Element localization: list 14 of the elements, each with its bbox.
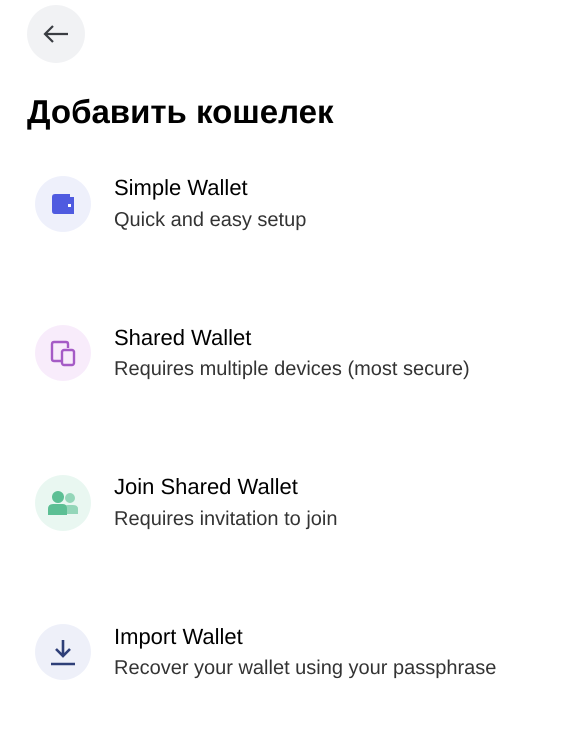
wallet-option[interactable]: Join Shared Wallet Requires invitation to join bbox=[35, 473, 549, 532]
option-title: Import Wallet bbox=[114, 622, 244, 650]
wallet-option[interactable]: Simple Wallet Quick and easy setup bbox=[35, 174, 549, 233]
wallet-option[interactable]: Shared Wallet Requires multiple devices (most secure) bbox=[35, 324, 549, 382]
option-title: Simple Wallet bbox=[114, 174, 249, 202]
option-title: Shared Wallet bbox=[114, 324, 252, 352]
wallet-option[interactable]: Import Wallet Recover your wallet using your passphrase bbox=[35, 622, 549, 682]
page-title: Добавить кошелек bbox=[27, 92, 334, 132]
option-subtitle: Requires multiple devices (most secure) bbox=[114, 357, 470, 382]
back-arrow-icon bbox=[43, 24, 69, 44]
option-subtitle: Quick and easy setup bbox=[114, 208, 306, 233]
option-subtitle: Recover your wallet using your passphrase bbox=[114, 656, 496, 682]
option-subtitle: Requires invitation to join bbox=[114, 506, 338, 532]
option-title: Join Shared Wallet bbox=[114, 473, 299, 501]
